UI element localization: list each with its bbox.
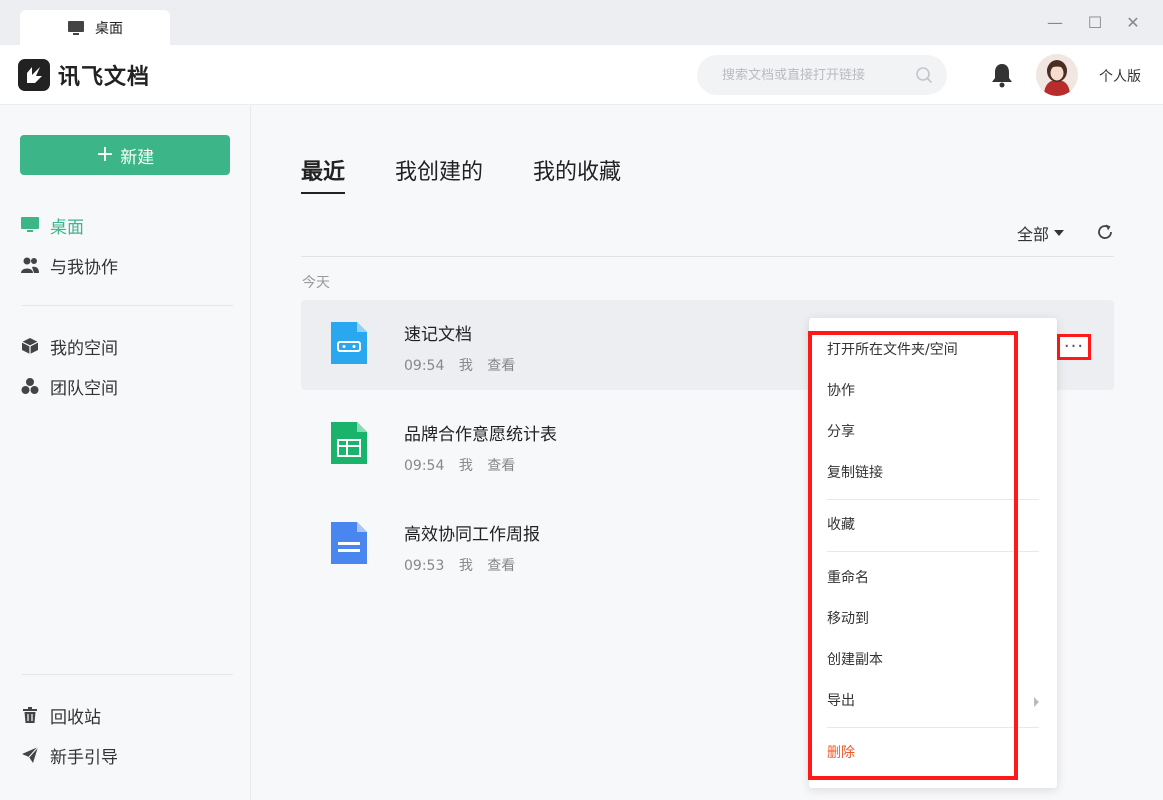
file-time: 09:54 xyxy=(404,458,445,474)
file-name[interactable]: 速记文档 xyxy=(404,320,472,345)
trash-icon xyxy=(20,705,40,725)
menu-divider xyxy=(827,551,1039,552)
file-name[interactable]: 品牌合作意愿统计表 xyxy=(404,420,557,445)
sidebar-item-label: 与我协作 xyxy=(50,257,118,278)
close-window-button[interactable]: ✕ xyxy=(1124,14,1142,32)
sidebar-item-desktop[interactable]: 桌面 xyxy=(20,210,230,240)
menu-item-open-folder[interactable]: 打开所在文件夹/空间 xyxy=(827,340,1037,360)
sidebar-item-label: 我的空间 xyxy=(50,338,118,359)
tab-favorites[interactable]: 我的收藏 xyxy=(533,154,621,194)
menu-item-delete[interactable]: 删除 xyxy=(827,743,1037,763)
list-divider xyxy=(301,256,1114,257)
minimize-button[interactable]: — xyxy=(1046,14,1064,32)
menu-item-move-to[interactable]: 移动到 xyxy=(827,609,1037,629)
menu-divider xyxy=(827,727,1039,728)
cube-icon xyxy=(20,336,40,356)
menu-item-collaborate[interactable]: 协作 xyxy=(827,381,1037,401)
sidebar-item-team-space[interactable]: 团队空间 xyxy=(20,371,230,401)
file-name[interactable]: 高效协同工作周报 xyxy=(404,520,540,545)
filter-dropdown[interactable]: 全部 xyxy=(1017,221,1065,245)
new-button[interactable]: + 新建 xyxy=(20,135,230,175)
spreadsheet-icon xyxy=(331,422,367,464)
menu-divider xyxy=(827,499,1039,500)
file-action: 查看 xyxy=(487,358,516,374)
user-avatar[interactable] xyxy=(1036,54,1078,96)
app-name: 讯飞文档 xyxy=(58,65,151,90)
sidebar-item-collaborate[interactable]: 与我协作 xyxy=(20,250,230,280)
paper-plane-icon xyxy=(20,745,40,765)
sidebar-item-label: 团队空间 xyxy=(50,378,118,399)
submenu-arrow-icon xyxy=(1034,697,1039,707)
group-label-today: 今天 xyxy=(302,275,330,291)
file-owner: 我 xyxy=(458,558,473,574)
app-header: 讯飞文档 个人版 xyxy=(0,45,1163,105)
file-action: 查看 xyxy=(487,458,516,474)
menu-item-favorite[interactable]: 收藏 xyxy=(827,515,1037,535)
doc-tabs: 最近 我创建的 我的收藏 xyxy=(301,154,621,194)
sidebar-item-guide[interactable]: 新手引导 xyxy=(20,740,230,770)
menu-item-rename[interactable]: 重命名 xyxy=(827,568,1037,588)
sidebar-item-label: 新手引导 xyxy=(50,747,118,768)
file-action: 查看 xyxy=(487,558,516,574)
notification-bell-icon[interactable] xyxy=(990,62,1014,88)
menu-item-share[interactable]: 分享 xyxy=(827,422,1037,442)
window-tab-desktop[interactable]: 桌面 xyxy=(20,10,170,45)
team-icon xyxy=(20,376,40,396)
new-button-label: 新建 xyxy=(120,147,155,168)
more-options-button[interactable]: ··· xyxy=(1057,334,1091,360)
search-box[interactable] xyxy=(697,55,947,95)
file-meta: 09:54 我 查看 xyxy=(404,355,525,375)
filter-label: 全部 xyxy=(1017,225,1050,244)
monitor-icon xyxy=(67,20,85,36)
tab-recent[interactable]: 最近 xyxy=(301,154,346,194)
menu-item-export[interactable]: 导出 xyxy=(827,691,1037,711)
refresh-icon[interactable] xyxy=(1095,222,1115,242)
sidebar-divider xyxy=(22,674,233,675)
file-meta: 09:53 我 查看 xyxy=(404,555,525,575)
app-logo-icon xyxy=(18,59,50,91)
users-icon xyxy=(20,255,40,275)
file-time: 09:54 xyxy=(404,358,445,374)
file-owner: 我 xyxy=(458,458,473,474)
file-owner: 我 xyxy=(458,358,473,374)
search-input[interactable] xyxy=(722,67,902,83)
sidebar-item-label: 回收站 xyxy=(50,707,101,728)
sidebar-item-trash[interactable]: 回收站 xyxy=(20,700,230,730)
document-icon xyxy=(331,522,367,564)
menu-item-duplicate[interactable]: 创建副本 xyxy=(827,650,1037,670)
file-time: 09:53 xyxy=(404,558,445,574)
context-menu: 打开所在文件夹/空间 协作 分享 复制链接 收藏 重命名 移动到 创建副本 导出… xyxy=(809,318,1057,788)
title-bar: 桌面 — ☐ ✕ xyxy=(0,0,1163,45)
edition-label[interactable]: 个人版 xyxy=(1099,66,1141,86)
plus-icon: + xyxy=(95,142,115,167)
memo-doc-icon xyxy=(331,322,367,364)
maximize-button[interactable]: ☐ xyxy=(1086,14,1104,32)
sidebar-divider xyxy=(22,305,233,306)
file-meta: 09:54 我 查看 xyxy=(404,455,525,475)
sidebar-item-my-space[interactable]: 我的空间 xyxy=(20,331,230,361)
search-icon[interactable] xyxy=(915,66,933,84)
caret-down-icon xyxy=(1054,230,1065,236)
desktop-icon xyxy=(20,215,40,235)
sidebar: + 新建 桌面 与我协作 我的空间 团队空间 回收站 新手引导 xyxy=(0,106,251,800)
sidebar-item-label: 桌面 xyxy=(50,217,84,238)
window-tab-label: 桌面 xyxy=(95,20,123,37)
menu-item-copy-link[interactable]: 复制链接 xyxy=(827,463,1037,483)
tab-created-by-me[interactable]: 我创建的 xyxy=(395,154,483,194)
